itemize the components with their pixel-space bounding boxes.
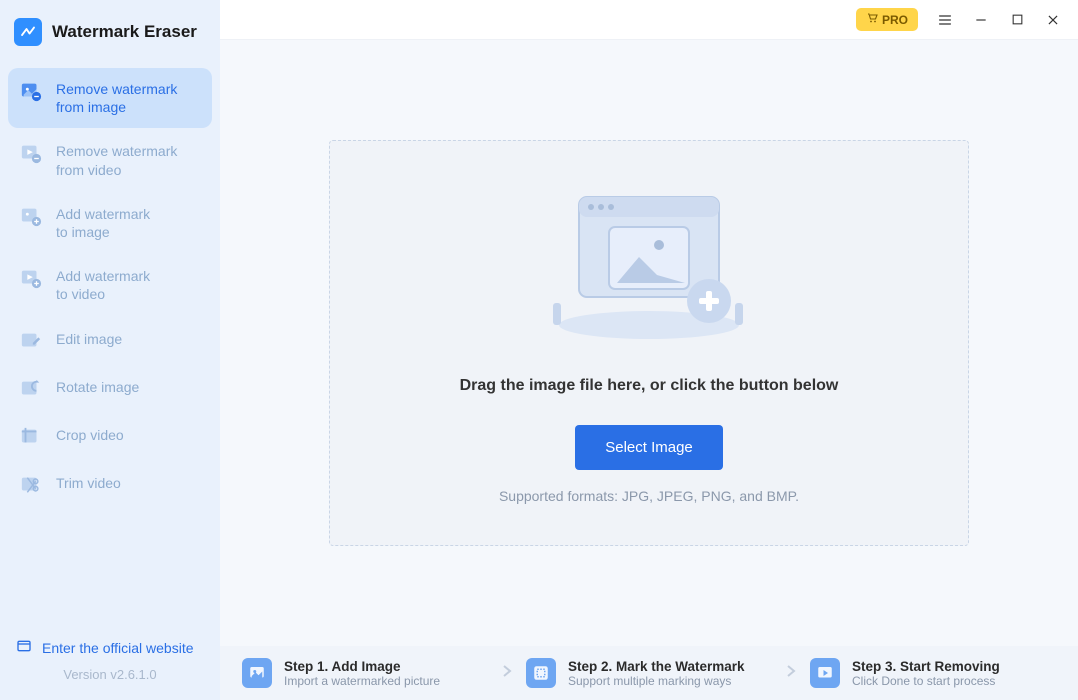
supported-formats: Supported formats: JPG, JPEG, PNG, and B… [499, 488, 799, 504]
dropzone-illustration-icon [539, 183, 759, 343]
select-image-button[interactable]: Select Image [575, 425, 723, 470]
nav-item-add-watermark-image[interactable]: Add watermark to image [8, 193, 212, 253]
step-title: Step 1. Add Image [284, 659, 440, 674]
chevron-right-icon [780, 664, 802, 683]
step-1: Step 1. Add Image Import a watermarked p… [242, 658, 488, 688]
nav: Remove watermark from image Remove water… [0, 68, 220, 624]
official-website-link[interactable]: Enter the official website [12, 638, 194, 657]
external-link-icon [16, 638, 32, 657]
step-add-image-icon [242, 658, 272, 688]
image-add-icon [20, 205, 42, 227]
main: PRO [220, 0, 1078, 700]
pro-button[interactable]: PRO [856, 8, 918, 31]
nav-label: Remove watermark from image [56, 80, 177, 116]
topbar: PRO [220, 0, 1078, 40]
nav-item-add-watermark-video[interactable]: Add watermark to video [8, 255, 212, 315]
logo-row: Watermark Eraser [0, 0, 220, 68]
video-add-icon [20, 267, 42, 289]
nav-label: Rotate image [56, 378, 139, 396]
version-label: Version v2.6.1.0 [63, 667, 156, 682]
pro-label: PRO [882, 13, 908, 27]
minimize-button[interactable] [972, 11, 990, 29]
sidebar-footer: Enter the official website Version v2.6.… [0, 624, 220, 700]
step-title: Step 3. Start Removing [852, 659, 1000, 674]
nav-item-crop-video[interactable]: Crop video [8, 414, 212, 460]
nav-label: Edit image [56, 330, 122, 348]
step-sub: Click Done to start process [852, 674, 1000, 688]
content: Drag the image file here, or click the b… [220, 40, 1078, 646]
cart-icon [866, 12, 878, 27]
sidebar: Watermark Eraser Remove watermark from i… [0, 0, 220, 700]
nav-item-remove-watermark-video[interactable]: Remove watermark from video [8, 130, 212, 190]
step-3: Step 3. Start Removing Click Done to sta… [810, 658, 1056, 688]
nav-label: Remove watermark from video [56, 142, 177, 178]
nav-item-trim-video[interactable]: Trim video [8, 462, 212, 508]
trim-icon [20, 474, 42, 496]
dropzone-prompt: Drag the image file here, or click the b… [460, 377, 839, 395]
image-remove-icon [20, 80, 42, 102]
official-website-label: Enter the official website [42, 640, 194, 656]
nav-item-rotate-image[interactable]: Rotate image [8, 366, 212, 412]
step-sub: Import a watermarked picture [284, 674, 440, 688]
nav-label: Add watermark to image [56, 205, 150, 241]
step-mark-icon [526, 658, 556, 688]
steps-bar: Step 1. Add Image Import a watermarked p… [220, 646, 1078, 700]
step-2: Step 2. Mark the Watermark Support multi… [526, 658, 772, 688]
step-title: Step 2. Mark the Watermark [568, 659, 745, 674]
nav-item-remove-watermark-image[interactable]: Remove watermark from image [8, 68, 212, 128]
app-title: Watermark Eraser [52, 22, 197, 42]
step-sub: Support multiple marking ways [568, 674, 745, 688]
maximize-button[interactable] [1008, 11, 1026, 29]
close-button[interactable] [1044, 11, 1062, 29]
menu-button[interactable] [936, 11, 954, 29]
video-remove-icon [20, 142, 42, 164]
nav-item-edit-image[interactable]: Edit image [8, 318, 212, 364]
crop-icon [20, 426, 42, 448]
rotate-icon [20, 378, 42, 400]
chevron-right-icon [496, 664, 518, 683]
nav-label: Crop video [56, 426, 124, 444]
app-logo-icon [14, 18, 42, 46]
edit-image-icon [20, 330, 42, 352]
nav-label: Trim video [56, 474, 121, 492]
nav-label: Add watermark to video [56, 267, 150, 303]
dropzone[interactable]: Drag the image file here, or click the b… [329, 140, 969, 546]
step-start-icon [810, 658, 840, 688]
